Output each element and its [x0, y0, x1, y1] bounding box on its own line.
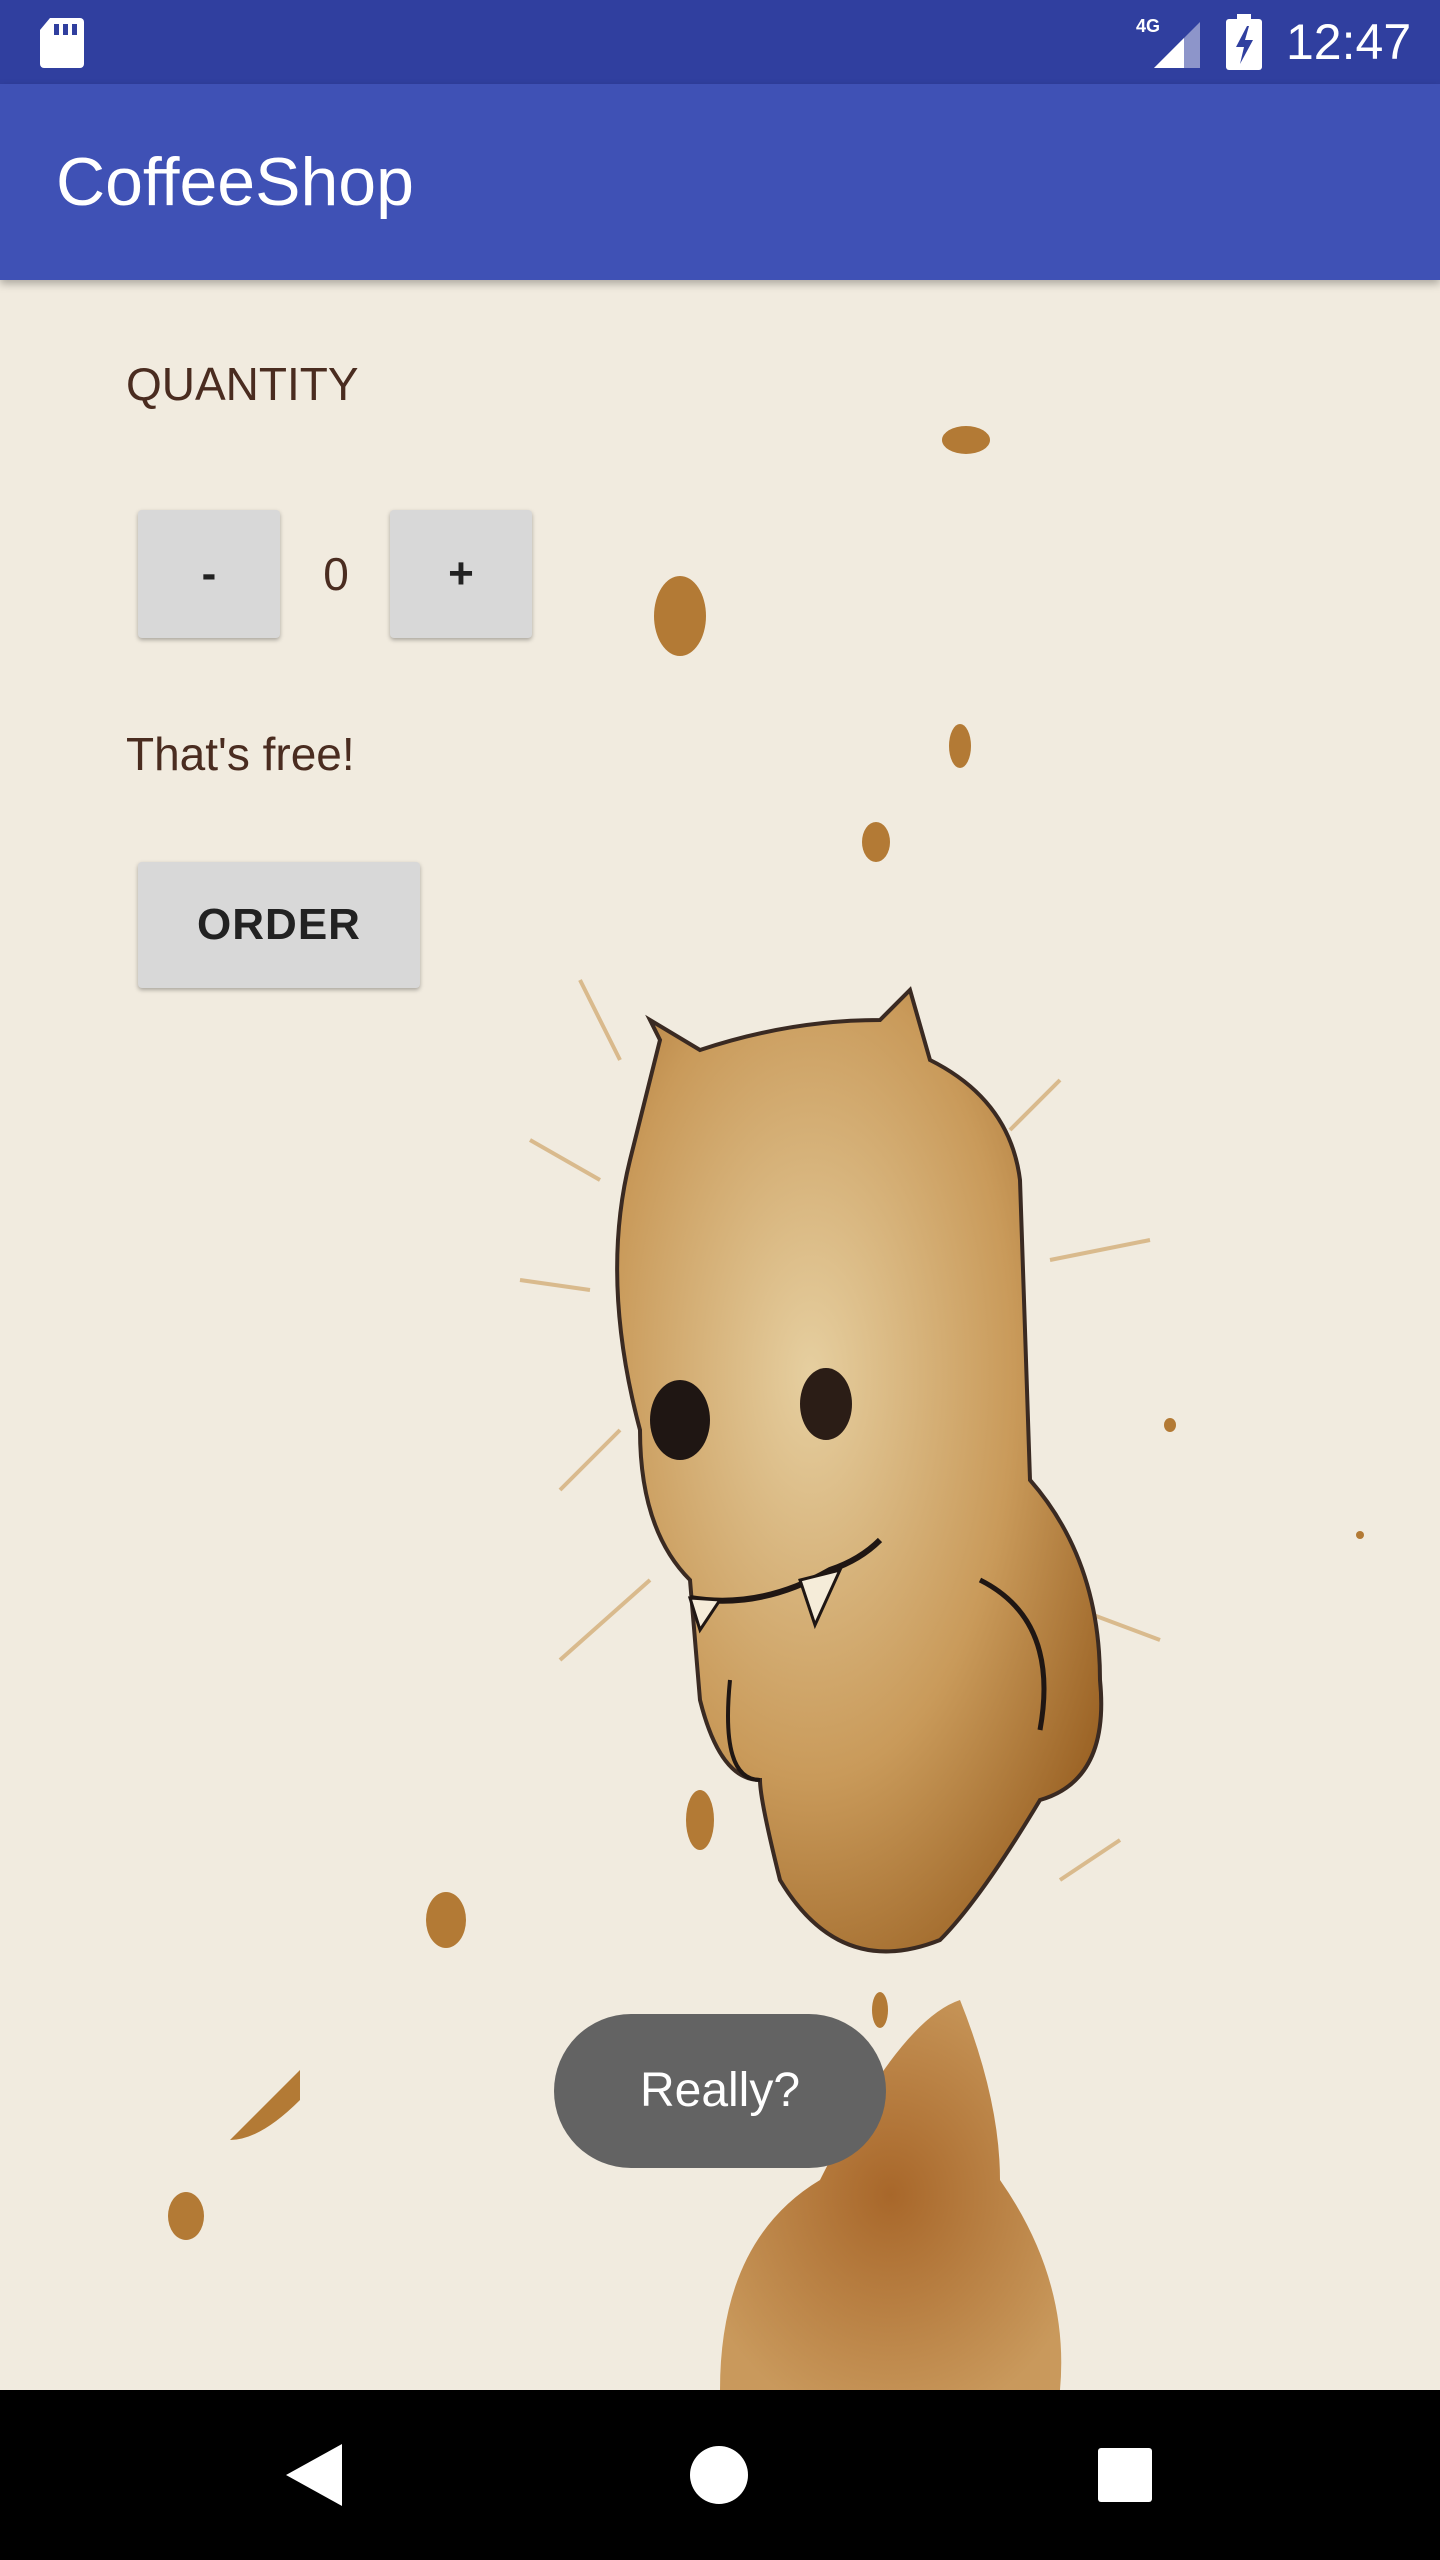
back-icon[interactable]	[286, 2444, 342, 2506]
price-summary: That's free!	[126, 728, 355, 780]
home-icon[interactable]	[690, 2446, 748, 2504]
app-title: CoffeeShop	[56, 144, 414, 220]
order-button[interactable]: ORDER	[138, 862, 420, 988]
increment-button[interactable]: +	[390, 510, 532, 638]
decrement-button[interactable]: -	[138, 510, 280, 638]
toast-message: Really?	[554, 2014, 886, 2168]
quantity-header: QUANTITY	[126, 358, 359, 410]
overview-icon[interactable]	[1098, 2448, 1152, 2502]
battery-charging-icon	[1226, 14, 1262, 70]
quantity-value: 0	[323, 548, 349, 600]
network-type-label: 4G	[1136, 16, 1160, 36]
app-bar: CoffeeShop	[0, 84, 1440, 280]
navigation-bar	[0, 2390, 1440, 2560]
status-clock: 12:47	[1286, 14, 1412, 70]
screen: 4G 12:47 CoffeeShop QUANTITY - 0 + That'…	[0, 0, 1440, 2560]
sd-card-icon	[40, 18, 84, 68]
status-bar: 4G 12:47	[0, 0, 1440, 84]
cell-signal-icon: 4G	[1136, 16, 1200, 68]
